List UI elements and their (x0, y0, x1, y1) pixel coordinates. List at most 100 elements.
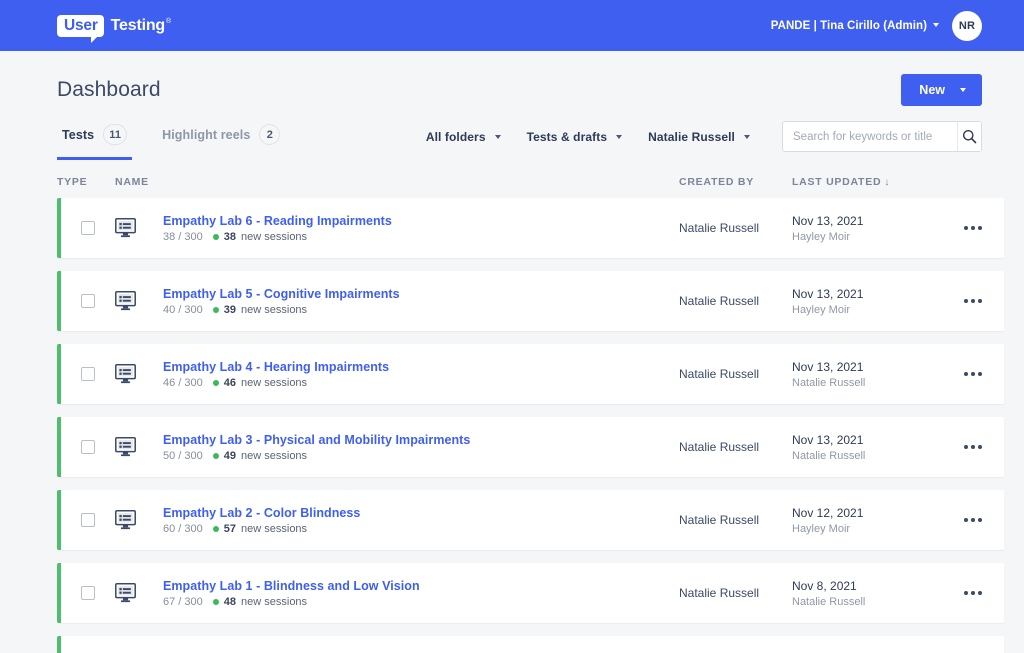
tab-highlight-reels-label: Highlight reels (162, 128, 250, 142)
column-header-last-updated-label: LAST UPDATED (792, 176, 881, 188)
row-overflow-menu-button[interactable] (942, 299, 1004, 303)
ellipsis-dot-icon (978, 518, 982, 522)
new-button[interactable]: New (901, 74, 982, 106)
new-sessions-label: new sessions (241, 450, 307, 462)
test-title-link[interactable]: Empathy Lab 6 - Reading Impairments (163, 214, 679, 228)
avatar[interactable]: NR (952, 11, 982, 41)
test-title-link[interactable]: Empathy Lab 3 - Physical and Mobility Im… (163, 433, 679, 447)
table-row[interactable]: Empathy Lab 3 - Physical and Mobility Im… (57, 417, 1004, 477)
search-icon (962, 129, 977, 144)
filter-owner[interactable]: Natalie Russell (648, 130, 750, 144)
desktop-monitor-icon (115, 218, 136, 238)
usertesting-logo[interactable]: User Testing® (57, 15, 171, 37)
last-updated-date: Nov 8, 2021 (792, 579, 942, 593)
ellipsis-dot-icon (964, 372, 968, 376)
last-updated-date: Nov 13, 2021 (792, 214, 942, 228)
ellipsis-dot-icon (978, 372, 982, 376)
row-metadata: 40 / 300 39 new sessions (163, 304, 679, 316)
filter-all-folders[interactable]: All folders (426, 130, 501, 144)
session-quota: 67 / 300 (163, 596, 203, 608)
filter-group: All folders Tests & drafts Natalie Russe… (426, 121, 982, 160)
row-select-cell (61, 294, 115, 308)
desktop-monitor-icon (115, 291, 136, 311)
chevron-down-icon (616, 135, 622, 139)
logo-wordmark-text: Testing (111, 17, 165, 34)
ellipsis-dot-icon (964, 445, 968, 449)
logo-trademark-icon: ® (166, 18, 171, 25)
row-created-by: Natalie Russell (679, 221, 792, 235)
filter-all-folders-label: All folders (426, 130, 486, 144)
tab-tests[interactable]: Tests 11 (57, 122, 132, 160)
desktop-monitor-icon (115, 364, 136, 384)
test-title-link[interactable]: Empathy Lab 5 - Cognitive Impairments (163, 287, 679, 301)
filter-tests-and-drafts[interactable]: Tests & drafts (527, 130, 623, 144)
test-title-link[interactable]: Empathy Lab 1 - Blindness and Low Vision (163, 579, 679, 593)
row-last-updated-cell: Nov 12, 2021 Hayley Moir (792, 506, 942, 535)
tab-highlight-reels[interactable]: Highlight reels 2 (157, 122, 285, 160)
row-checkbox[interactable] (81, 294, 95, 308)
row-last-updated-cell: Nov 13, 2021 Hayley Moir (792, 287, 942, 316)
ellipsis-dot-icon (978, 226, 982, 230)
status-dot-icon (213, 453, 219, 459)
row-select-cell (61, 586, 115, 600)
row-metadata: 60 / 300 57 new sessions (163, 523, 679, 535)
table-row[interactable]: Empathy Lab 2 - Color Blindness 60 / 300… (57, 490, 1004, 550)
new-sessions-count: 38 (224, 231, 236, 243)
ellipsis-dot-icon (964, 591, 968, 595)
ellipsis-dot-icon (971, 372, 975, 376)
row-overflow-menu-button[interactable] (942, 226, 1004, 230)
page-title: Dashboard (57, 78, 161, 102)
table-row[interactable]: Empathy Lab 5 - Cognitive Impairments 40… (57, 271, 1004, 331)
status-dot-icon (213, 380, 219, 386)
new-sessions-label: new sessions (241, 231, 307, 243)
row-checkbox[interactable] (81, 221, 95, 235)
ellipsis-dot-icon (964, 299, 968, 303)
row-created-by: Natalie Russell (679, 586, 792, 600)
ellipsis-dot-icon (971, 226, 975, 230)
row-type-cell (115, 364, 145, 384)
column-header-name: NAME (115, 176, 679, 188)
new-sessions-count: 46 (224, 377, 236, 389)
row-name-cell: Empathy Lab 6 - Reading Impairments 38 /… (145, 214, 679, 243)
new-sessions-count: 48 (224, 596, 236, 608)
row-created-by: Natalie Russell (679, 367, 792, 381)
table-row[interactable]: Empathy Lab 1 - Blindness and Low Vision… (57, 563, 1004, 623)
search-input[interactable] (783, 122, 957, 151)
tab-list: Tests 11 Highlight reels 2 (57, 122, 285, 160)
test-title-link[interactable]: Empathy Lab 4 - Hearing Impairments (163, 360, 679, 374)
session-quota: 60 / 300 (163, 523, 203, 535)
status-dot-icon (213, 234, 219, 240)
row-last-updated-cell: Nov 13, 2021 Natalie Russell (792, 433, 942, 462)
new-sessions: 48 new sessions (213, 596, 307, 608)
last-updated-by: Natalie Russell (792, 596, 942, 608)
chevron-down-icon (933, 23, 939, 27)
last-updated-date: Nov 13, 2021 (792, 433, 942, 447)
column-header-type: TYPE (57, 176, 115, 188)
table-row[interactable]: Empathy Lab 4 - Hearing Impairments 46 /… (57, 344, 1004, 404)
table-row[interactable]: Empathy Lab 6 - Reading Impairments 38 /… (57, 198, 1004, 258)
ellipsis-dot-icon (978, 299, 982, 303)
row-checkbox[interactable] (81, 586, 95, 600)
row-overflow-menu-button[interactable] (942, 372, 1004, 376)
row-overflow-menu-button[interactable] (942, 445, 1004, 449)
row-type-cell (115, 510, 145, 530)
row-name-cell: Empathy Lab 2 - Color Blindness 60 / 300… (145, 506, 679, 535)
column-header-last-updated[interactable]: LAST UPDATED↓ (792, 176, 942, 188)
search-button[interactable] (957, 122, 981, 151)
table-row[interactable] (57, 636, 1004, 653)
row-last-updated-cell: Nov 8, 2021 Natalie Russell (792, 579, 942, 608)
logo-wordmark: Testing® (111, 17, 171, 35)
desktop-monitor-icon (115, 437, 136, 457)
filter-owner-label: Natalie Russell (648, 130, 735, 144)
row-checkbox[interactable] (81, 367, 95, 381)
row-checkbox[interactable] (81, 440, 95, 454)
test-title-link[interactable]: Empathy Lab 2 - Color Blindness (163, 506, 679, 520)
row-select-cell (61, 513, 115, 527)
row-overflow-menu-button[interactable] (942, 591, 1004, 595)
desktop-monitor-icon (115, 510, 136, 530)
row-overflow-menu-button[interactable] (942, 518, 1004, 522)
session-quota: 50 / 300 (163, 450, 203, 462)
row-checkbox[interactable] (81, 513, 95, 527)
row-last-updated-cell: Nov 13, 2021 Hayley Moir (792, 214, 942, 243)
account-menu[interactable]: PANDE | Tina Cirillo (Admin) (771, 20, 939, 32)
